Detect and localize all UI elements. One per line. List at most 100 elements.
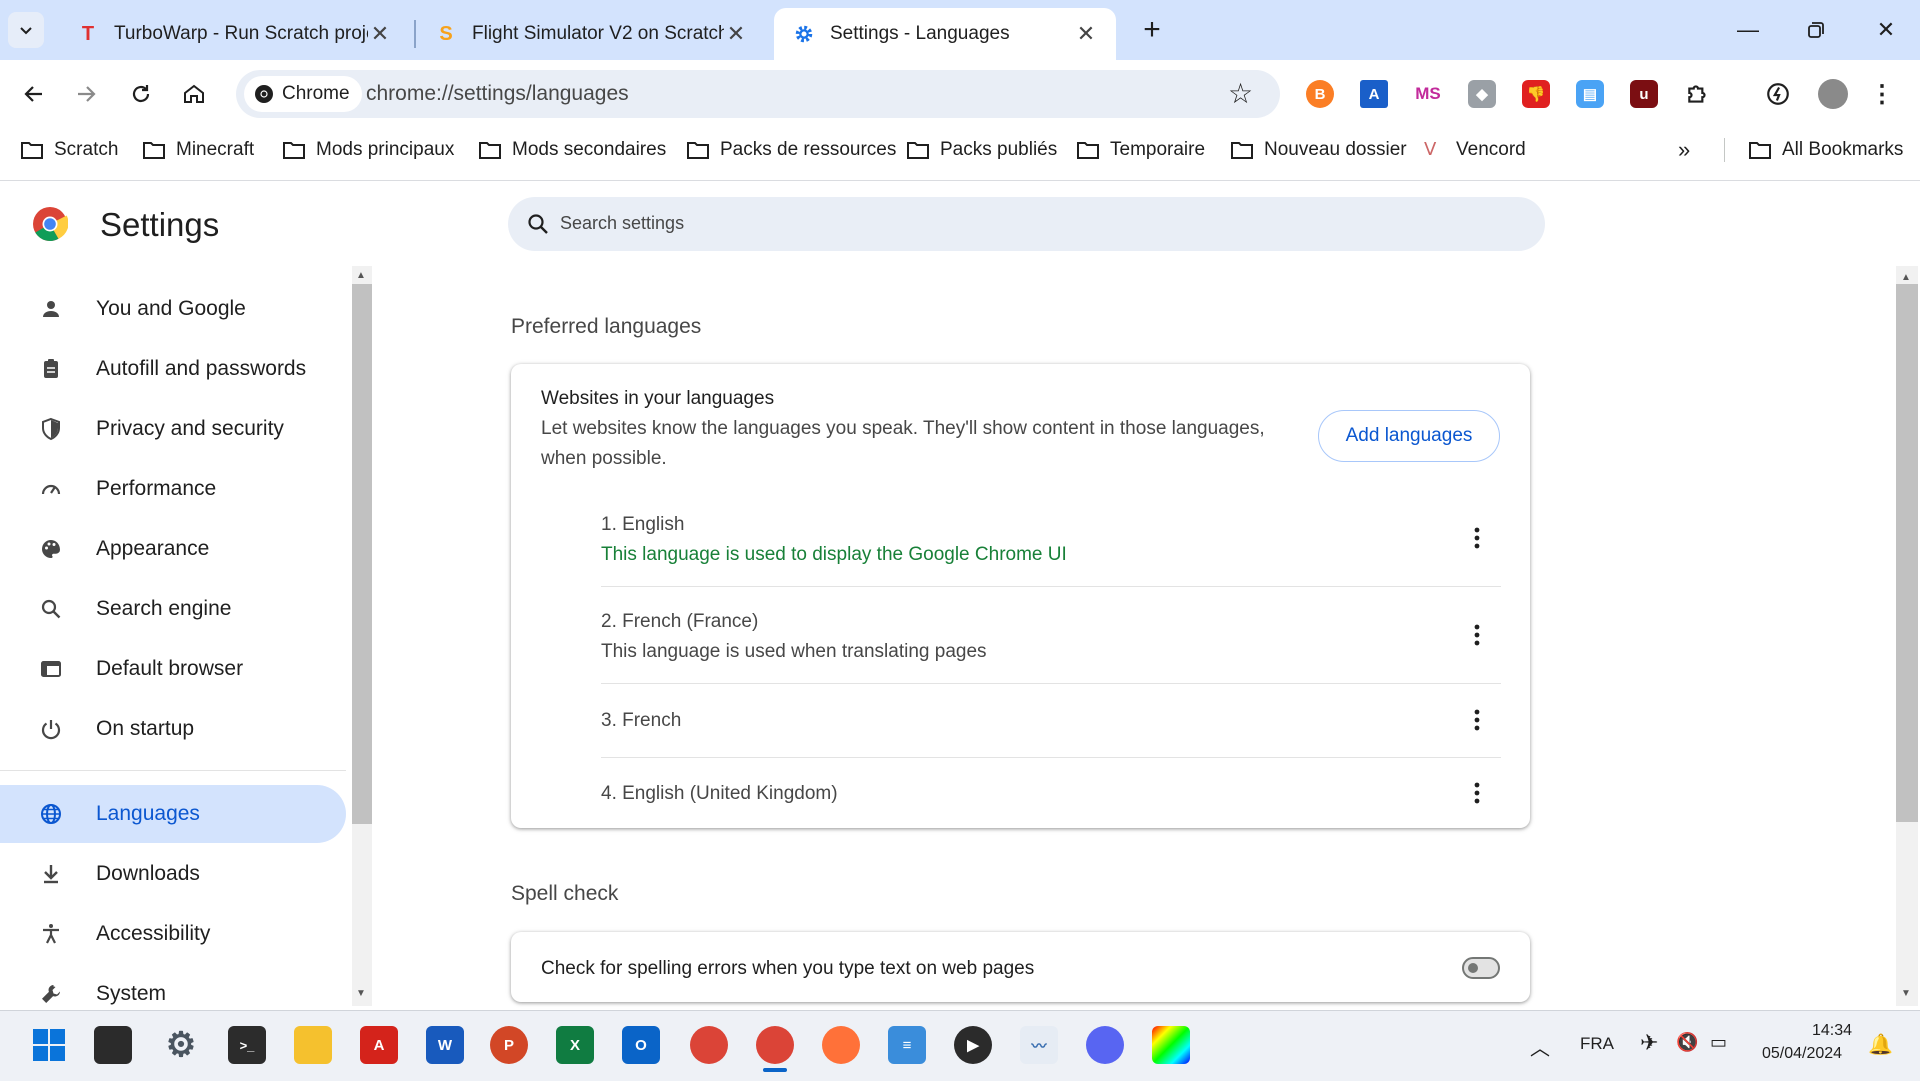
notification-bell-icon[interactable]: 🔔 (1868, 1032, 1893, 1057)
more-actions-icon[interactable] (1465, 526, 1489, 550)
new-tab-button[interactable]: + (1134, 12, 1170, 48)
card-title: Websites in your languages (541, 388, 775, 409)
clock-time[interactable]: 14:34 (1812, 1022, 1852, 1040)
tab-search-button[interactable] (8, 12, 44, 48)
tab-turbowarp[interactable]: T TurboWarp - Run Scratch projects faste… (58, 8, 410, 60)
spell-check-toggle[interactable] (1462, 957, 1500, 979)
sidebar-item-downloads[interactable]: Downloads (0, 845, 346, 903)
clock-date[interactable]: 05/04/2024 (1762, 1045, 1842, 1063)
more-actions-icon[interactable] (1465, 781, 1489, 805)
home-button[interactable] (176, 76, 212, 112)
all-bookmarks-button[interactable]: All Bookmarks (1748, 138, 1903, 162)
gear-icon[interactable]: ⚙ (162, 1026, 200, 1064)
outlook-icon[interactable]: O (622, 1026, 660, 1064)
dislike-icon[interactable]: 👎 (1522, 80, 1550, 108)
sidebar-item-privacy[interactable]: Privacy and security (0, 400, 346, 458)
chrome-active-icon[interactable] (756, 1026, 794, 1064)
bookmark-minecraft[interactable]: Minecraft (142, 138, 254, 162)
bookmark-temporaire[interactable]: Temporaire (1076, 138, 1205, 162)
folder-icon (907, 142, 929, 159)
more-actions-icon[interactable] (1465, 708, 1489, 732)
bookmark-nouveau-dossier[interactable]: Nouveau dossier (1230, 138, 1407, 162)
chrome-icon[interactable] (690, 1026, 728, 1064)
chevron-up-icon[interactable]: ︿ (1530, 1032, 1550, 1061)
bookmark-mods-secondaires[interactable]: Mods secondaires (478, 138, 666, 162)
clipboard-icon[interactable]: ▤ (1576, 80, 1604, 108)
brave-icon[interactable]: B (1306, 80, 1334, 108)
more-actions-icon[interactable] (1465, 623, 1489, 647)
sidebar-item-appearance[interactable]: Appearance (0, 520, 346, 578)
puzzle-icon[interactable] (1684, 80, 1712, 108)
bookmark-scratch[interactable]: Scratch (20, 138, 118, 162)
divider (601, 683, 1501, 684)
avatar[interactable] (1818, 79, 1848, 109)
firefox-icon[interactable] (822, 1026, 860, 1064)
scroll-up-icon[interactable]: ▲ (356, 270, 366, 281)
close-icon[interactable]: ✕ (724, 21, 748, 47)
bookmark-vencord[interactable]: ᐯ Vencord (1424, 138, 1526, 162)
close-window-button[interactable]: ✕ (1866, 10, 1906, 50)
sidebar-item-on-startup[interactable]: On startup (0, 700, 346, 758)
scroll-down-icon[interactable]: ▼ (356, 988, 366, 999)
tab-settings-languages[interactable]: Settings - Languages ✕ (774, 8, 1116, 60)
file-explorer-icon[interactable] (294, 1026, 332, 1064)
reload-icon (132, 85, 150, 103)
close-icon[interactable]: ✕ (368, 21, 392, 47)
home-icon (184, 84, 204, 103)
sidebar-item-you-and-google[interactable]: You and Google (0, 280, 346, 338)
sidebar-item-performance[interactable]: Performance (0, 460, 346, 518)
battery-icon[interactable]: ▭ (1710, 1032, 1727, 1053)
tab-title: Settings - Languages (830, 23, 1010, 44)
close-icon[interactable]: ✕ (1074, 21, 1098, 47)
reload-button[interactable] (123, 76, 159, 112)
performance-monitor-icon[interactable]: 〰 (1020, 1026, 1058, 1064)
discord-icon[interactable] (1086, 1026, 1124, 1064)
sidebar-item-default-browser[interactable]: Default browser (0, 640, 346, 698)
sidebar-item-autofill[interactable]: Autofill and passwords (0, 340, 346, 398)
menu-kebab-icon[interactable]: ⋮ (1868, 80, 1896, 108)
sidebar-item-accessibility[interactable]: Accessibility (0, 905, 346, 963)
translate-icon[interactable]: A (1360, 80, 1388, 108)
notepad-icon[interactable]: ≡ (888, 1026, 926, 1064)
video-editor-icon[interactable] (1152, 1026, 1190, 1064)
bookmark-packs-publies[interactable]: Packs publiés (906, 138, 1057, 162)
excel-icon[interactable]: X (556, 1026, 594, 1064)
airplane-mode-icon[interactable]: ✈ (1640, 1030, 1658, 1056)
gamepad-icon[interactable]: ◆ (1468, 80, 1496, 108)
site-info-chip[interactable]: Chrome (244, 76, 362, 112)
forward-button[interactable] (68, 76, 104, 112)
powerpoint-icon[interactable]: P (490, 1026, 528, 1064)
word-icon[interactable]: W (426, 1026, 464, 1064)
ms-icon[interactable]: MS (1414, 80, 1442, 108)
folder-icon (687, 142, 709, 159)
language-name: 1. English (601, 514, 685, 535)
sidebar-item-languages[interactable]: Languages (0, 785, 346, 843)
bookmarks-overflow-icon[interactable]: » (1678, 137, 1690, 162)
mute-icon[interactable]: 🔇 (1676, 1032, 1698, 1053)
terminal-icon[interactable]: >_ (228, 1026, 266, 1064)
back-button[interactable] (16, 76, 52, 112)
minimize-button[interactable]: — (1728, 10, 1768, 50)
page-scrollbar-thumb[interactable] (1896, 284, 1918, 822)
sidebar-item-search-engine[interactable]: Search engine (0, 580, 346, 638)
bookmark-packs-de-ressources[interactable]: Packs de ressources (686, 138, 896, 162)
scroll-up-icon[interactable]: ▲ (1901, 272, 1911, 283)
tab-flight-simulator[interactable]: S Flight Simulator V2 on Scratch ✕ (416, 8, 766, 60)
url-text[interactable]: chrome://settings/languages (366, 82, 629, 106)
folder-icon (1231, 142, 1253, 159)
acrobat-icon[interactable]: A (360, 1026, 398, 1064)
performance-icon[interactable] (1764, 80, 1792, 108)
notepad-dark-icon[interactable] (94, 1026, 132, 1064)
bookmark-mods-principaux[interactable]: Mods principaux (282, 138, 454, 162)
windows-start-icon[interactable] (30, 1026, 68, 1064)
ublock-icon[interactable]: u (1630, 80, 1658, 108)
media-player-icon[interactable]: ▶ (954, 1026, 992, 1064)
scroll-down-icon[interactable]: ▼ (1901, 988, 1911, 999)
search-input[interactable]: Search settings (508, 197, 1545, 251)
restore-button[interactable] (1796, 10, 1836, 50)
input-language[interactable]: FRA (1580, 1034, 1614, 1054)
bookmark-star-icon[interactable]: ☆ (1228, 80, 1253, 108)
add-languages-button[interactable]: Add languages (1318, 410, 1500, 462)
sidebar-scrollbar-thumb[interactable] (352, 284, 372, 824)
omnibox[interactable]: Chrome chrome://settings/languages ☆ (236, 70, 1280, 118)
